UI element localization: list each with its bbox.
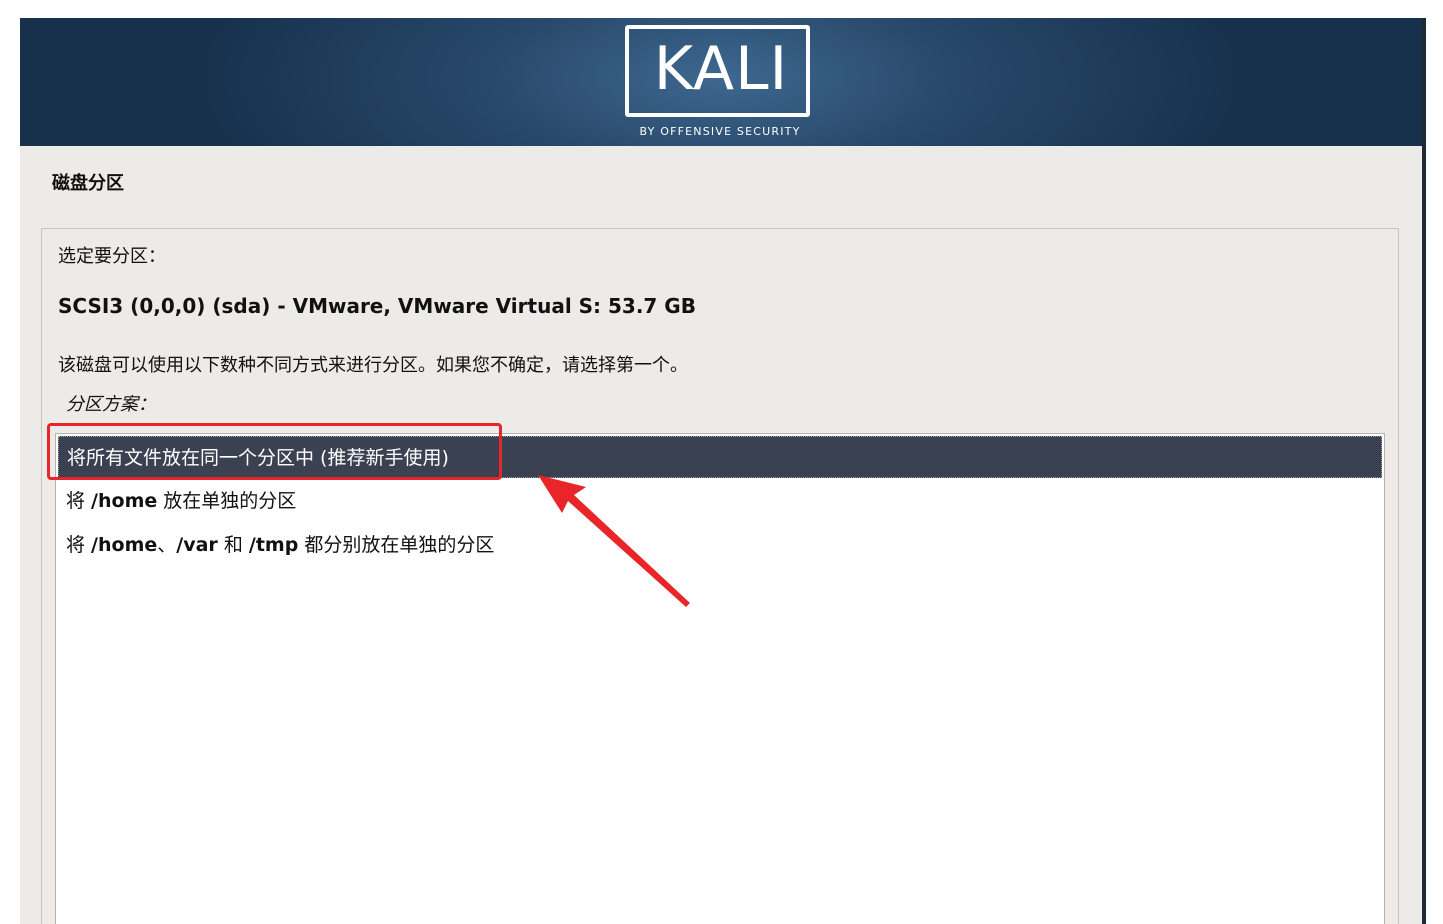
- kali-logo-subtitle: BY OFFENSIVE SECURITY: [639, 125, 801, 138]
- kali-logo: KALI: [653, 34, 789, 104]
- highlight-annotation-box: [47, 423, 502, 480]
- kali-banner: KALI BY OFFENSIVE SECURITY: [20, 18, 1422, 146]
- description-text: 该磁盘可以使用以下数种不同方式来进行分区。如果您不确定，请选择第一个。: [58, 355, 688, 376]
- window-edge: [1422, 18, 1426, 924]
- prompt-label: 选定要分区：: [58, 246, 166, 267]
- partition-scheme-list[interactable]: 将所有文件放在同一个分区中 (推荐新手使用) 将 /home 放在单独的分区 将…: [55, 433, 1385, 924]
- option-prefix: 将: [66, 534, 92, 556]
- option-separator: 、: [157, 534, 177, 556]
- installer-window: KALI BY OFFENSIVE SECURITY 磁盘分区 选定要分区： S…: [20, 18, 1422, 924]
- option-path-var: /var: [176, 534, 218, 556]
- disk-label: SCSI3 (0,0,0) (sda) - VMware, VMware Vir…: [58, 294, 696, 318]
- scheme-label: 分区方案：: [66, 394, 156, 415]
- option-path-home: /home: [91, 490, 158, 512]
- option-separator: 和: [217, 534, 249, 556]
- list-item-separate-home[interactable]: 将 /home 放在单独的分区: [58, 480, 1382, 522]
- arrow-annotation-icon: [538, 475, 690, 607]
- option-suffix: 都分别放在单独的分区: [298, 534, 495, 556]
- option-path-tmp: /tmp: [248, 534, 299, 556]
- option-prefix: 将: [66, 490, 92, 512]
- option-suffix: 放在单独的分区: [157, 490, 297, 512]
- page-title: 磁盘分区: [52, 173, 124, 194]
- option-path-home: /home: [91, 534, 158, 556]
- list-item-separate-home-var-tmp[interactable]: 将 /home、/var 和 /tmp 都分别放在单独的分区: [58, 524, 1382, 566]
